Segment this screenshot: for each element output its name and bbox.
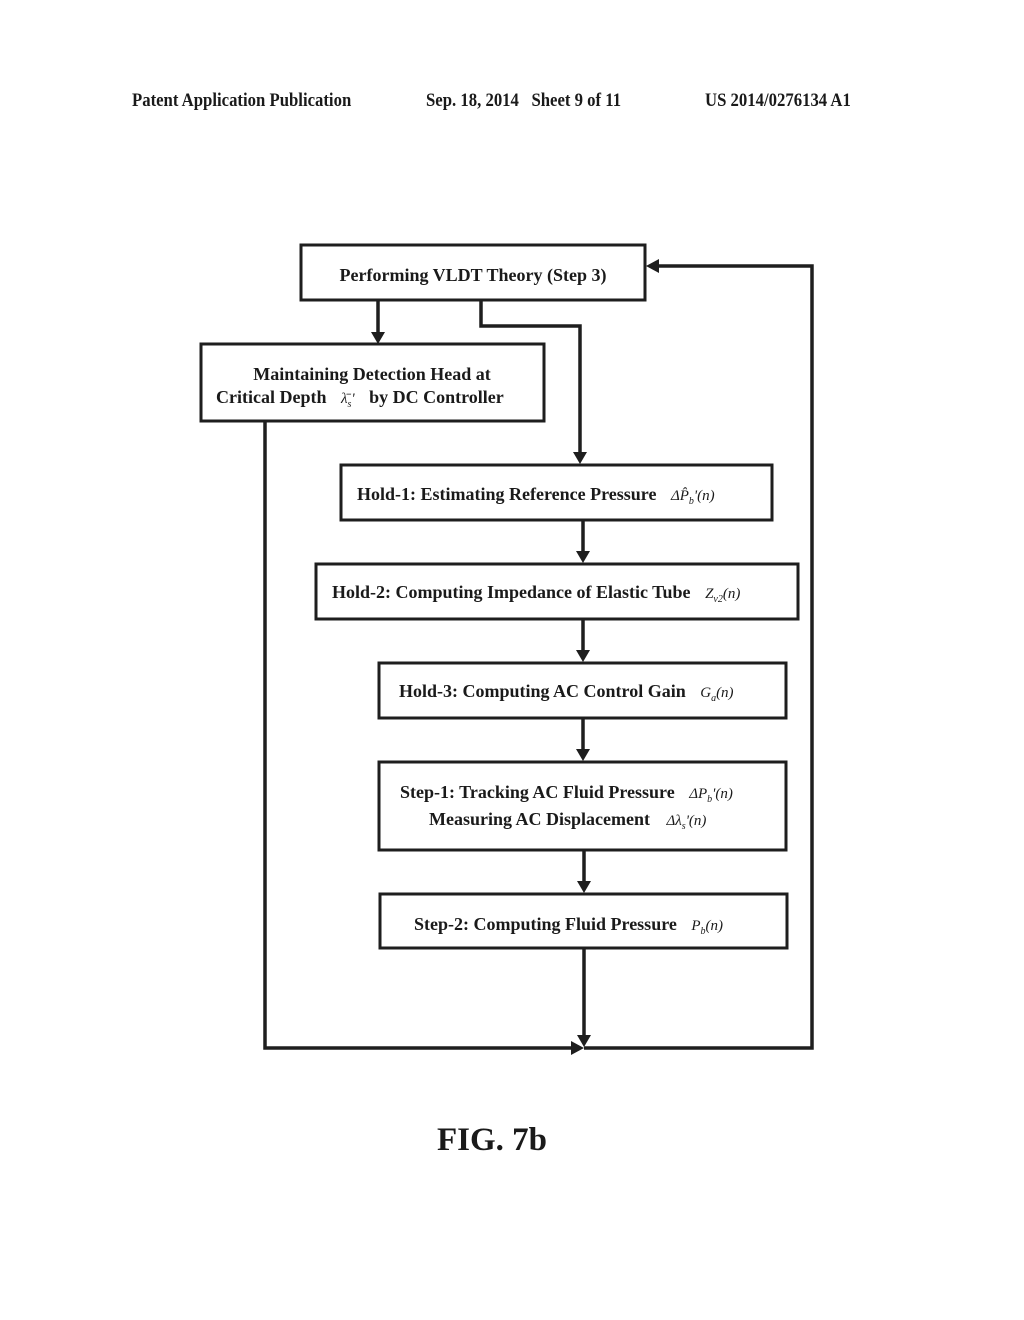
symbol-suffix: (n)	[723, 586, 741, 602]
arrowhead-down-icon	[577, 881, 591, 893]
symbol-main: G	[700, 685, 711, 701]
arrowhead-left-icon	[646, 259, 659, 273]
label-text: Step-2: Computing Fluid Pressure	[414, 914, 677, 934]
arrowhead-down-icon	[573, 452, 587, 464]
symbol-main: ΔP	[688, 786, 707, 802]
label-text: Step-1: Tracking AC Fluid Pressure	[400, 782, 675, 802]
symbol-suffix: (n)	[716, 685, 734, 701]
symbol-suffix: (n)	[706, 918, 724, 934]
arrowhead-down-icon	[577, 1035, 591, 1047]
symbol-suffix: '(n)	[686, 813, 707, 829]
symbol-suffix: '(n)	[694, 488, 715, 504]
node-maintain-label-line1: Maintaining Detection Head at	[253, 364, 490, 384]
node-step1: Step-1: Tracking AC Fluid Pressure ΔPb'(…	[377, 760, 788, 852]
label-text: Hold-3: Computing AC Control Gain	[399, 681, 686, 701]
node-hold3: Hold-3: Computing AC Control Gain Ga(n)	[377, 661, 788, 720]
symbol-prime: '	[351, 391, 355, 407]
symbol-main: Δλ	[665, 813, 682, 829]
node-vldt: Performing VLDT Theory (Step 3)	[299, 243, 647, 302]
node-hold2: Hold-2: Computing Impedance of Elastic T…	[314, 562, 800, 621]
symbol-suffix: '(n)	[712, 786, 733, 802]
symbol-main: ΔP̂	[670, 488, 689, 504]
node-hold2-label: Hold-2: Computing Impedance of Elastic T…	[332, 582, 740, 605]
node-hold1: Hold-1: Estimating Reference Pressure ΔP…	[339, 463, 774, 522]
symbol-main: P	[690, 918, 700, 934]
arrowhead-down-icon	[371, 332, 385, 344]
label-text: Hold-2: Computing Impedance of Elastic T…	[332, 582, 691, 602]
arrowhead-down-icon	[576, 650, 590, 662]
symbol-subscript: v2	[713, 594, 722, 605]
node-step2: Step-2: Computing Fluid Pressure Pb(n)	[378, 892, 789, 950]
node-step2-label: Step-2: Computing Fluid Pressure Pb(n)	[414, 914, 723, 937]
arrowhead-down-icon	[576, 749, 590, 761]
node-hold3-label: Hold-3: Computing AC Control Gain Ga(n)	[399, 681, 734, 704]
label-text: Measuring AC Displacement	[429, 809, 650, 829]
node-vldt-label: Performing VLDT Theory (Step 3)	[340, 265, 607, 286]
label-by-dc-controller: by DC Controller	[369, 387, 504, 407]
figure-caption: FIG. 7b	[436, 1122, 548, 1158]
label-text: Hold-1: Estimating Reference Pressure	[357, 484, 656, 504]
label-critical-depth: Critical Depth	[216, 387, 326, 407]
arrowhead-down-icon	[576, 551, 590, 563]
node-maintain: Maintaining Detection Head at Critical D…	[199, 342, 546, 423]
